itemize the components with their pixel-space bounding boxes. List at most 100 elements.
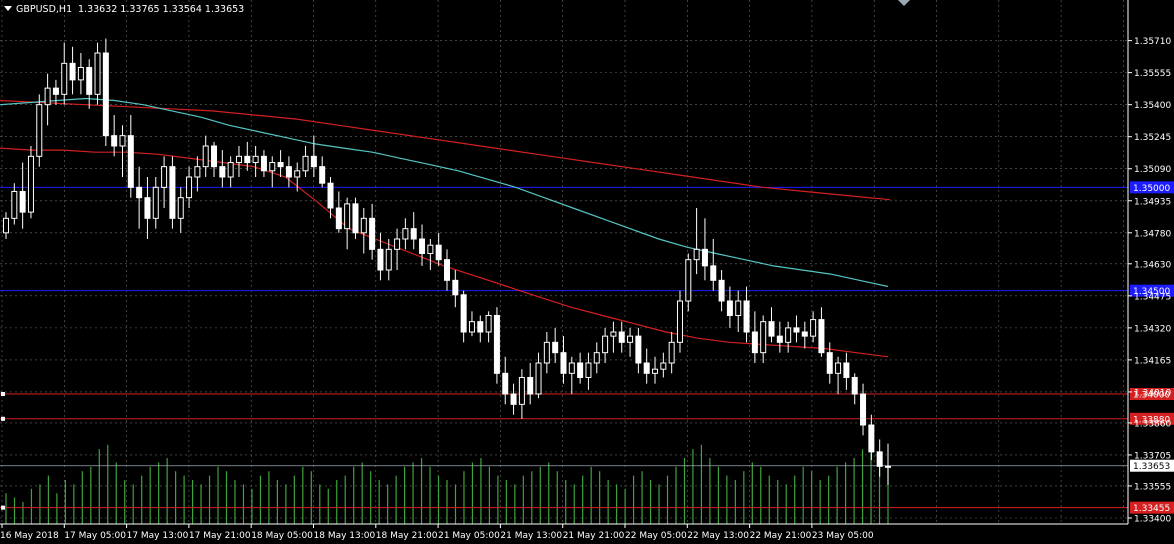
candle-body: [86, 66, 93, 95]
candle-body: [468, 321, 475, 333]
candle-body: [27, 155, 34, 213]
candle-body: [244, 155, 251, 164]
candle-body: [585, 362, 592, 378]
level-price-text: 1.33455: [1133, 504, 1170, 514]
candle-body: [860, 393, 867, 426]
candle-body: [435, 244, 442, 261]
candle-body: [710, 265, 717, 281]
candle-body: [77, 66, 84, 81]
chart-window[interactable]: 1.35000 1.34500 1.34000 1.33880 1.33455 1.336…: [0, 0, 1174, 544]
level-handle[interactable]: [1, 392, 5, 396]
time-tick-label: 18 May 05:00: [251, 531, 313, 541]
candle-body: [344, 203, 351, 230]
candle-body: [11, 190, 18, 219]
candle-body: [810, 319, 817, 337]
candle-body: [360, 217, 367, 234]
candle-body: [3, 217, 9, 234]
price-tick-label: 1.34475: [1134, 292, 1171, 302]
candle-body: [510, 393, 517, 405]
time-tick-label: 23 May 05:00: [812, 531, 874, 541]
price-tick-label: 1.33705: [1134, 451, 1171, 461]
time-tick-label: 21 May 13:00: [500, 531, 562, 541]
candle-body: [186, 176, 193, 199]
price-tick-label: 1.35090: [1134, 165, 1171, 175]
price-tick-label: 1.34165: [1134, 356, 1171, 366]
candle-body: [602, 335, 609, 354]
candle-body: [760, 321, 767, 354]
time-tick-label: 17 May 21:00: [189, 531, 251, 541]
price-tick-label: 1.34630: [1134, 260, 1171, 270]
candle-body: [577, 362, 584, 378]
candle-body: [19, 190, 26, 213]
candle-body: [826, 352, 833, 374]
candle-body: [136, 186, 143, 199]
price-tick-label: 1.34935: [1134, 197, 1171, 207]
candle-body: [260, 155, 267, 172]
candle-body: [543, 341, 550, 364]
candle-body: [127, 135, 134, 188]
candle-body: [535, 362, 542, 395]
candle-body: [69, 62, 76, 81]
price-chart[interactable]: 1.350001.345001.340001.338801.334551.336…: [0, 0, 1174, 544]
candle-body: [552, 341, 559, 354]
candle-body: [44, 87, 51, 106]
candle-body: [119, 135, 126, 147]
candle-body: [493, 314, 500, 374]
candle-body: [61, 62, 68, 95]
candle-body: [610, 331, 617, 337]
candle-body: [843, 362, 850, 378]
candle-body: [310, 155, 317, 168]
candle-body: [726, 300, 733, 316]
candle-body: [793, 327, 800, 333]
candle-body: [876, 451, 883, 467]
candle-body: [211, 145, 218, 168]
candle-body: [219, 166, 226, 178]
candle-body: [352, 203, 359, 234]
candle-body: [269, 162, 276, 172]
candle-body: [477, 321, 484, 333]
candle-body: [485, 314, 492, 333]
candle-body: [693, 248, 700, 261]
candle-body: [776, 335, 783, 343]
candle-body: [144, 197, 151, 219]
candle-body: [635, 335, 642, 364]
candle-body: [202, 145, 209, 168]
price-tick-label: 1.33400: [1134, 515, 1171, 525]
candle-body: [560, 352, 567, 374]
candle-body: [785, 327, 792, 343]
candle-body: [660, 362, 667, 370]
candle-body: [252, 155, 259, 164]
candle-body: [768, 321, 775, 337]
level-handle[interactable]: [1, 416, 5, 421]
candle-body: [568, 362, 575, 374]
price-tick-label: 1.33555: [1134, 482, 1171, 492]
candle-body: [402, 228, 409, 240]
candle-body: [385, 248, 392, 271]
price-tick-label: 1.35400: [1134, 101, 1171, 111]
time-tick-label: 18 May 21:00: [376, 531, 438, 541]
time-tick-label: 17 May 05:00: [64, 531, 126, 541]
candle-body: [502, 372, 509, 395]
candle-body: [685, 259, 692, 302]
candle-body: [102, 52, 109, 137]
candle-body: [319, 166, 326, 184]
price-tick-label: 1.35710: [1134, 37, 1171, 47]
candle-body: [701, 248, 708, 267]
time-tick-label: 17 May 13:00: [127, 531, 189, 541]
candle-body: [643, 362, 650, 374]
candle-body: [618, 331, 625, 343]
candle-body: [801, 331, 808, 337]
ohlc-values: 1.33632 1.33765 1.33564 1.33653: [78, 4, 244, 15]
candle-body: [460, 294, 467, 333]
candle-body: [285, 166, 292, 178]
time-tick-label: 21 May 05:00: [438, 531, 500, 541]
price-tick-label: 1.35555: [1134, 69, 1171, 79]
candle-body: [277, 162, 284, 168]
candle-body: [743, 300, 750, 333]
candle-body: [327, 182, 334, 209]
price-tick-label: 1.34320: [1134, 324, 1171, 334]
candle-body: [377, 248, 384, 271]
level-handle[interactable]: [1, 505, 5, 510]
candle-body: [718, 279, 725, 302]
candle-body: [427, 244, 434, 254]
